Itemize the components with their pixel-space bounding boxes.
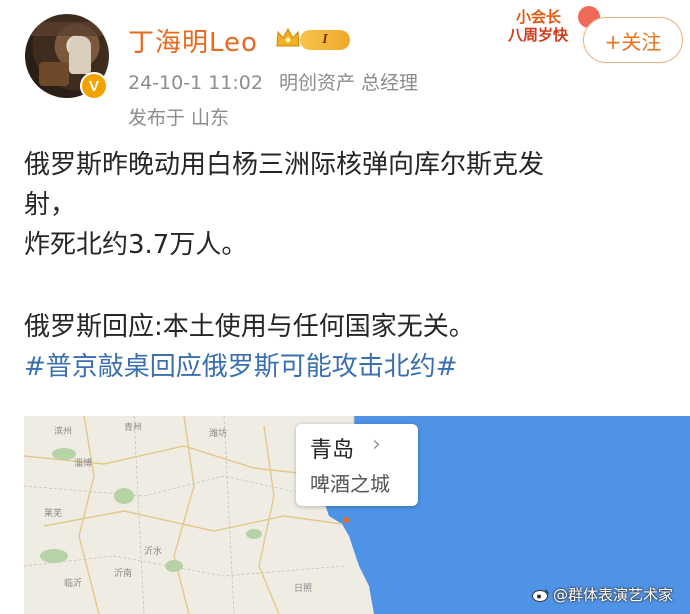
post-timestamp: 24-10-1 11:02 <box>128 72 263 94</box>
post-location: 发布于 山东 <box>128 107 230 129</box>
content-line: 俄罗斯回应:本土使用与任何国家无关。 <box>24 312 475 342</box>
map-place-label: 淄博 <box>74 457 92 469</box>
map-place-label: 莱芜 <box>44 507 62 519</box>
content-line: 俄罗斯昨晚动用白杨三洲际核弹向库尔斯克发 <box>24 150 545 180</box>
post-content: 俄罗斯昨晚动用白杨三洲际核弹向库尔斯克发 射， 炸死北约3.7万人。 俄罗斯回应… <box>24 145 674 387</box>
map-place-label: 潍坊 <box>209 427 227 439</box>
post-meta: 24-10-1 11:02 明创资产 总经理 <box>128 68 428 95</box>
watermark-text: @群体表演艺术家 <box>553 586 674 604</box>
map-city-tagline: 啤酒之城 <box>310 472 390 496</box>
chevron-right-icon: › <box>372 432 381 457</box>
content-line: 射， <box>24 190 77 220</box>
watermark: @群体表演艺术家 <box>532 584 673 605</box>
map-pin-icon <box>343 517 349 523</box>
map-place-label: 青州 <box>124 421 142 433</box>
follow-button[interactable]: +关注 <box>583 17 683 63</box>
content-line: 炸死北约3.7万人。 <box>24 230 248 260</box>
author-name[interactable]: 丁海明Leo <box>128 22 258 59</box>
author-affiliation: 明创资产 总经理 <box>279 72 419 94</box>
post-header: V 丁海明Leo I 24-10-1 11:02 明创资产 总经理 发布于 山东… <box>0 0 690 140</box>
map-place-label: 滨州 <box>54 425 72 437</box>
map-place-label: 临沂 <box>64 577 82 589</box>
topic-link[interactable]: #普京敲桌回应俄罗斯可能攻击北约# <box>24 347 674 387</box>
weibo-logo-icon <box>532 588 549 602</box>
crown-icon <box>276 27 300 47</box>
map-place-label: 沂南 <box>114 567 132 579</box>
map-place-label: 沂水 <box>144 545 162 557</box>
member-level-badge[interactable]: I <box>300 30 350 50</box>
map-city-card[interactable]: 青岛 › 啤酒之城 <box>296 424 418 506</box>
map-place-label: 日照 <box>294 583 312 594</box>
promo-line-2: 八周岁快 <box>508 26 569 44</box>
map-city-name: 青岛 <box>310 438 355 463</box>
verified-icon: V <box>80 72 108 100</box>
